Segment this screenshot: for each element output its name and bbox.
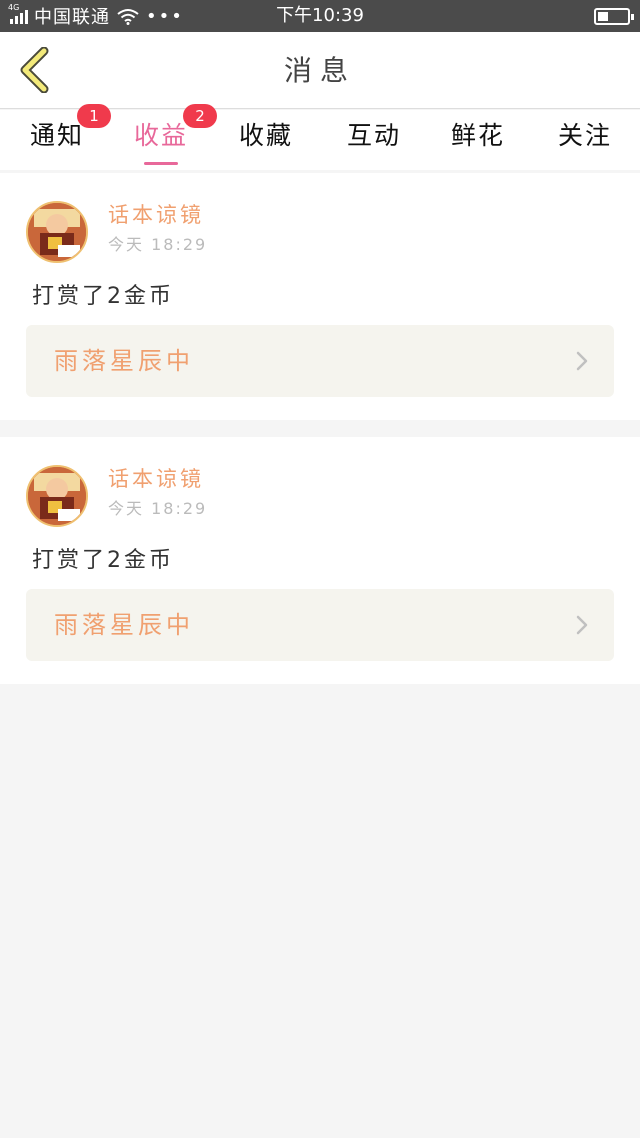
tab-favorites[interactable]: 收藏	[216, 110, 316, 170]
badge-count: 2	[183, 104, 217, 128]
tab-label: 互动	[346, 121, 401, 150]
message-time: 今天 18:29	[108, 499, 208, 518]
chevron-right-icon	[576, 615, 588, 635]
avatar[interactable]	[26, 201, 88, 263]
nav-bar: 消息	[0, 32, 640, 109]
message-time: 今天 18:29	[108, 235, 208, 254]
avatar-image	[28, 203, 86, 261]
status-bar: 4G 中国联通 ••• 下午10:39	[0, 0, 640, 32]
sender-name[interactable]: 话本谅镜	[108, 199, 204, 229]
active-tab-indicator	[144, 162, 178, 165]
avatar-image	[28, 467, 86, 525]
battery-icon	[594, 8, 634, 25]
page-title: 消息	[283, 54, 356, 87]
tab-follows[interactable]: 关注	[535, 110, 635, 170]
book-link[interactable]: 雨落星辰中	[26, 589, 614, 661]
book-title: 雨落星辰中	[54, 611, 194, 639]
chevron-right-icon	[576, 351, 588, 371]
tab-bar: 通知 1 收益 2 收藏 互动 鲜花 关注	[0, 104, 640, 170]
message-card: 话本谅镜 今天 18:29 打赏了2金币 雨落星辰中	[0, 173, 640, 420]
book-link[interactable]: 雨落星辰中	[26, 325, 614, 397]
tab-label: 鲜花	[450, 121, 505, 150]
badge-count: 1	[77, 104, 111, 128]
tab-interactions[interactable]: 互动	[324, 110, 424, 170]
sender-name[interactable]: 话本谅镜	[108, 463, 204, 493]
message-text: 打赏了2金币	[32, 548, 174, 573]
tab-label: 收藏	[238, 121, 293, 150]
book-title: 雨落星辰中	[54, 347, 194, 375]
message-text: 打赏了2金币	[32, 284, 174, 309]
tab-notifications[interactable]: 通知 1	[7, 104, 111, 170]
avatar[interactable]	[26, 465, 88, 527]
tab-earnings[interactable]: 收益 2	[111, 104, 217, 170]
status-time: 下午10:39	[276, 5, 364, 26]
message-card: 话本谅镜 今天 18:29 打赏了2金币 雨落星辰中	[0, 437, 640, 684]
tab-label: 关注	[557, 121, 612, 150]
tab-flowers[interactable]: 鲜花	[428, 110, 528, 170]
